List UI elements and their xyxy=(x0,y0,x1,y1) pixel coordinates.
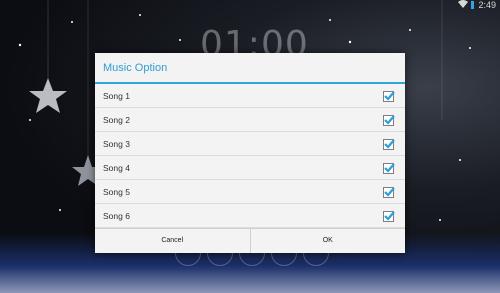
list-item[interactable]: Song 4 xyxy=(95,156,405,180)
battery-icon xyxy=(471,1,474,9)
ok-button[interactable]: OK xyxy=(251,229,406,253)
list-item[interactable]: Song 3 xyxy=(95,132,405,156)
status-time: 2:49 xyxy=(478,0,496,10)
list-item[interactable]: Song 1 xyxy=(95,84,405,108)
checkbox[interactable] xyxy=(383,187,395,198)
song-label: Song 3 xyxy=(103,139,130,149)
song-label: Song 5 xyxy=(103,187,130,197)
dialog-button-bar: Cancel OK xyxy=(95,228,405,253)
checkmark-icon xyxy=(384,115,395,125)
checkbox[interactable] xyxy=(383,211,395,222)
cancel-button[interactable]: Cancel xyxy=(95,229,251,253)
checkmark-icon xyxy=(384,139,395,149)
checkmark-icon xyxy=(384,187,395,197)
music-option-dialog: Music Option Song 1 Song 2 Song 3 Song 4 Son… xyxy=(95,53,405,253)
status-bar: 2:49 xyxy=(0,0,500,12)
checkbox[interactable] xyxy=(383,139,395,150)
song-label: Song 1 xyxy=(103,91,130,101)
song-label: Song 6 xyxy=(103,211,130,221)
checkmark-icon xyxy=(384,163,395,173)
dialog-title: Music Option xyxy=(95,53,405,84)
list-item[interactable]: Song 6 xyxy=(95,204,405,228)
checkmark-icon xyxy=(384,91,395,101)
checkmark-icon xyxy=(384,211,395,221)
checkbox[interactable] xyxy=(383,163,395,174)
list-item[interactable]: Song 5 xyxy=(95,180,405,204)
song-label: Song 4 xyxy=(103,163,130,173)
moon-decoration xyxy=(402,76,462,155)
star-decoration xyxy=(29,78,67,113)
song-label: Song 2 xyxy=(103,115,130,125)
checkbox[interactable] xyxy=(383,115,395,126)
checkbox[interactable] xyxy=(383,91,395,102)
wifi-icon xyxy=(458,0,468,11)
list-item[interactable]: Song 2 xyxy=(95,108,405,132)
